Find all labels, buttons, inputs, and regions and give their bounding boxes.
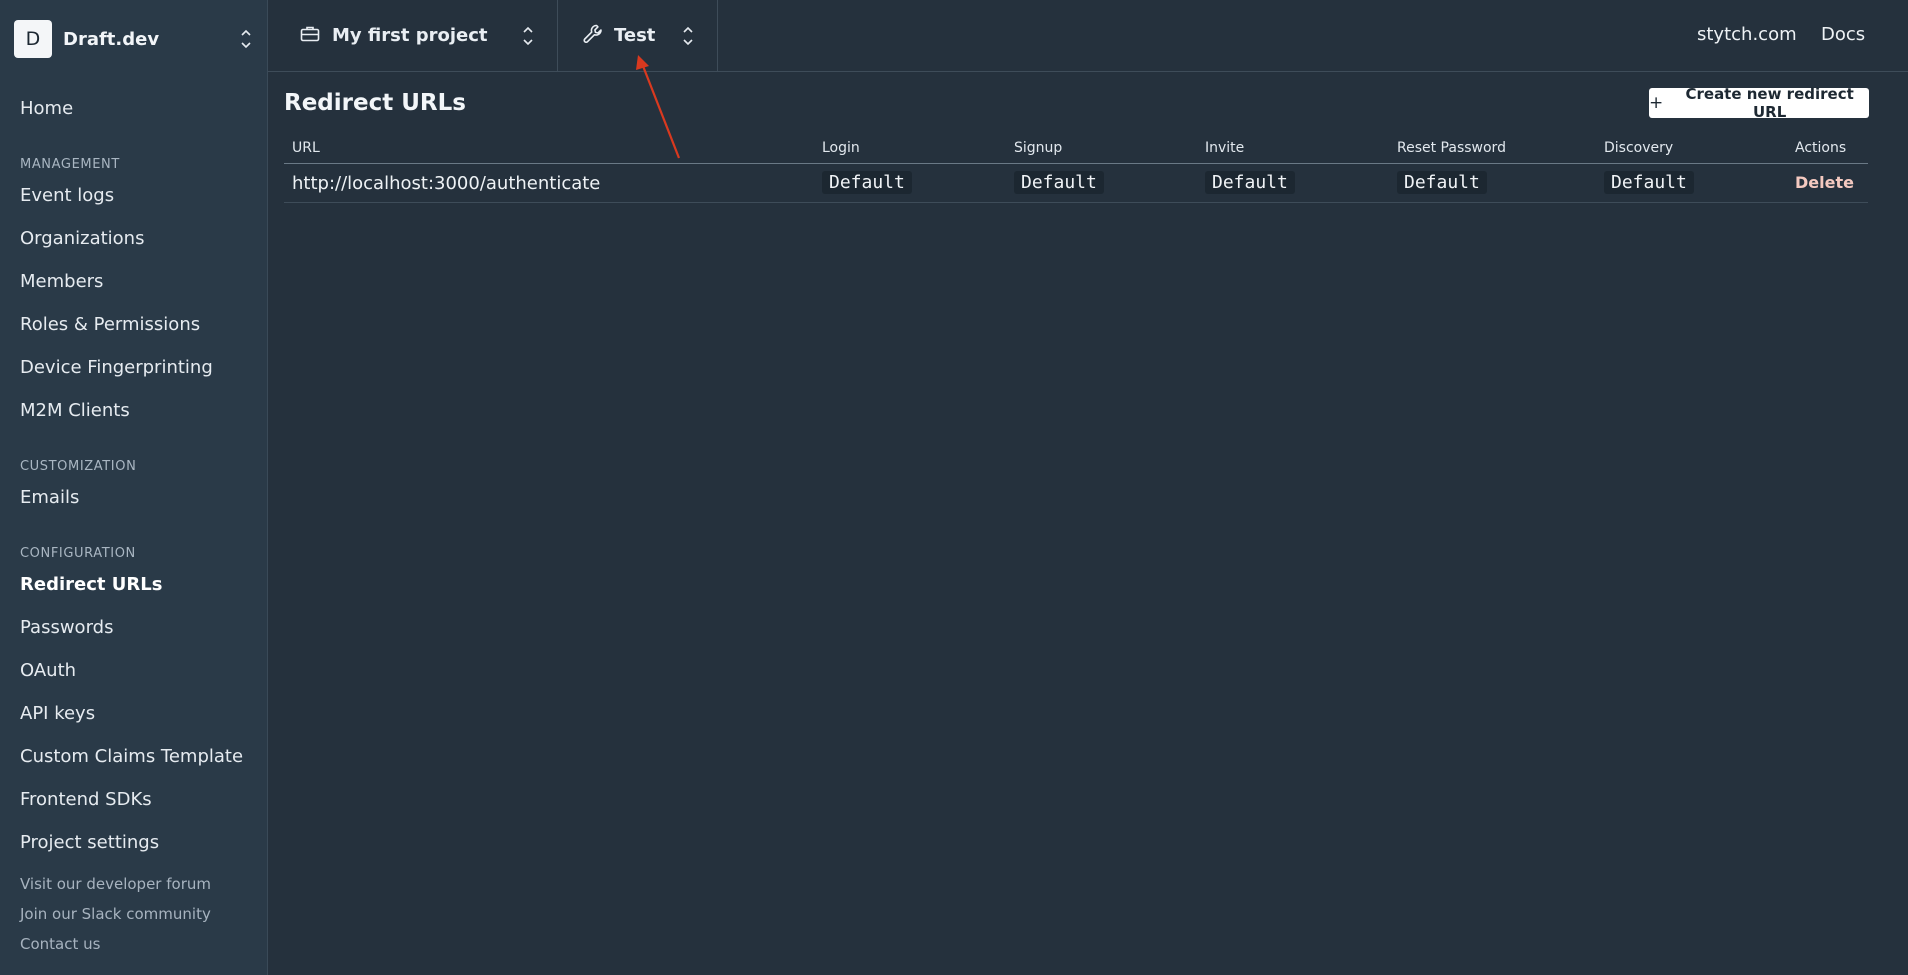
invite-type-badge: Default <box>1205 171 1295 194</box>
chevron-up-down-icon <box>239 28 253 50</box>
sidebar-item-api-keys[interactable]: API keys <box>20 703 95 724</box>
project-name: My first project <box>332 25 488 46</box>
sidebar-item-frontend-sdks[interactable]: Frontend SDKs <box>20 789 152 810</box>
sidebar-item-organizations[interactable]: Organizations <box>20 228 144 249</box>
sidebar-item-event-logs[interactable]: Event logs <box>20 185 114 206</box>
sidebar-item-project-settings[interactable]: Project settings <box>20 832 159 853</box>
signup-type-badge: Default <box>1014 171 1104 194</box>
reset-password-type-badge: Default <box>1397 171 1487 194</box>
plus-icon: + <box>1649 93 1664 113</box>
sidebar-section-configuration: CONFIGURATION <box>20 546 136 561</box>
project-switcher[interactable]: My first project <box>268 0 558 71</box>
sidebar-section-management: MANAGEMENT <box>20 157 120 172</box>
login-type-badge: Default <box>822 171 912 194</box>
org-name: Draft.dev <box>63 28 160 50</box>
sidebar-item-device-fingerprinting[interactable]: Device Fingerprinting <box>20 357 213 378</box>
redirect-url-value: http://localhost:3000/authenticate <box>292 173 601 194</box>
sidebar-item-roles-permissions[interactable]: Roles & Permissions <box>20 314 200 335</box>
chevron-up-down-icon <box>521 25 535 47</box>
delete-button[interactable]: Delete <box>1795 173 1854 192</box>
table-row: http://localhost:3000/authenticate Defau… <box>284 164 1868 203</box>
stytch-link[interactable]: stytch.com <box>1697 24 1797 45</box>
environment-name: Test <box>614 25 656 46</box>
column-header-actions: Actions <box>1795 140 1847 156</box>
redirect-urls-table: URL Login Signup Invite Reset Password D… <box>284 132 1868 203</box>
column-header-login: Login <box>822 140 860 156</box>
org-avatar: D <box>14 20 52 58</box>
column-header-signup: Signup <box>1014 140 1063 156</box>
footer-link-slack-community[interactable]: Join our Slack community <box>20 905 211 923</box>
sidebar-item-oauth[interactable]: OAuth <box>20 660 76 681</box>
org-switcher[interactable]: D Draft.dev <box>0 0 267 78</box>
column-header-url: URL <box>292 140 320 156</box>
docs-link[interactable]: Docs <box>1821 24 1865 45</box>
column-header-discovery: Discovery <box>1604 140 1674 156</box>
briefcase-icon <box>300 25 320 47</box>
create-button-label: Create new redirect URL <box>1685 85 1854 121</box>
sidebar-item-emails[interactable]: Emails <box>20 487 79 508</box>
column-header-reset-password: Reset Password <box>1397 140 1506 156</box>
column-header-invite: Invite <box>1205 140 1245 156</box>
sidebar-item-home[interactable]: Home <box>20 98 73 119</box>
sidebar-item-members[interactable]: Members <box>20 271 103 292</box>
sidebar-item-custom-claims-template[interactable]: Custom Claims Template <box>20 746 243 767</box>
top-bar: My first project Test stytch.com Docs <box>268 0 1908 72</box>
environment-switcher[interactable]: Test <box>558 0 718 71</box>
page-title: Redirect URLs <box>284 90 466 116</box>
chevron-up-down-icon <box>681 25 695 47</box>
table-header: URL Login Signup Invite Reset Password D… <box>284 132 1868 164</box>
footer-link-contact-us[interactable]: Contact us <box>20 935 100 953</box>
sidebar-item-passwords[interactable]: Passwords <box>20 617 113 638</box>
sidebar-section-customization: CUSTOMIZATION <box>20 459 137 474</box>
sidebar-item-m2m-clients[interactable]: M2M Clients <box>20 400 130 421</box>
wrench-icon <box>582 23 604 49</box>
footer-link-developer-forum[interactable]: Visit our developer forum <box>20 875 211 893</box>
sidebar: D Draft.dev Home MANAGEMENT Event logs O… <box>0 0 268 975</box>
create-redirect-url-button[interactable]: + Create new redirect URL <box>1649 85 1869 121</box>
sidebar-item-redirect-urls[interactable]: Redirect URLs <box>20 574 162 595</box>
discovery-type-badge: Default <box>1604 171 1694 194</box>
